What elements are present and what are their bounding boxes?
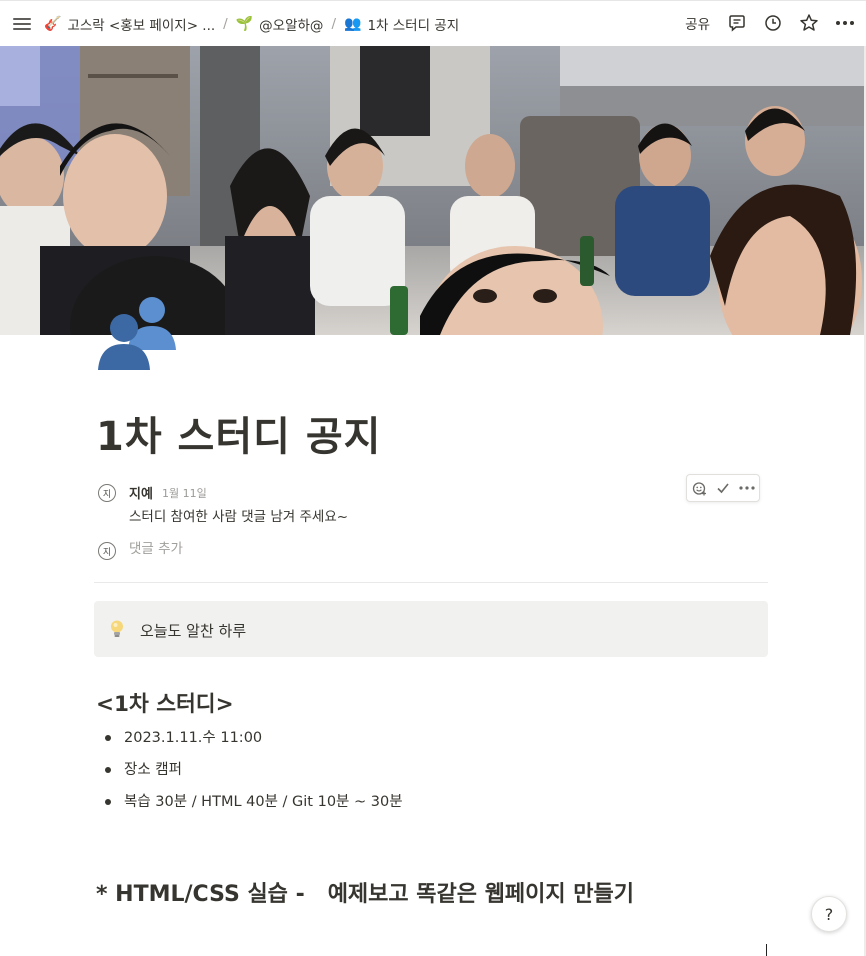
text-cursor — [766, 944, 767, 956]
callout-text: 오늘도 알찬 하루 — [140, 622, 247, 640]
add-comment-input[interactable] — [129, 541, 429, 557]
more-icon[interactable] — [834, 12, 856, 34]
help-button[interactable]: ? — [811, 896, 847, 932]
lightbulb-icon — [108, 619, 126, 639]
breadcrumb-item-current[interactable]: 👥 1차 스터디 공지 — [344, 14, 459, 34]
callout-block[interactable]: 오늘도 알찬 하루 — [94, 601, 768, 657]
section-heading-study[interactable]: <1차 스터디> — [96, 687, 234, 718]
comment-author: 지예 — [129, 487, 153, 502]
comment-toolbar — [686, 474, 760, 502]
comment-timestamp: 1월 11일 — [162, 487, 207, 500]
busts-in-silhouette-icon[interactable] — [96, 292, 180, 372]
comment-body: 스터디 참여한 사람 댓글 남겨 주세요~ — [129, 509, 349, 525]
resolve-check-icon[interactable] — [714, 479, 732, 497]
star-icon[interactable] — [798, 12, 820, 34]
people-icon: 👥 — [344, 16, 362, 32]
add-reaction-icon[interactable] — [690, 479, 708, 497]
list-item[interactable]: 장소 캠퍼 — [96, 759, 403, 791]
list-item[interactable]: 복습 30분 / HTML 40분 / Git 10분 ~ 30분 — [96, 791, 403, 823]
breadcrumb-label: 1차 스터디 공지 — [367, 18, 460, 34]
breadcrumb-item-home[interactable]: 🎸 고스락 <홍보 페이지> ... — [44, 14, 215, 34]
guitar-icon: 🎸 — [44, 16, 62, 32]
sidebar-menu-button[interactable] — [12, 15, 32, 33]
breadcrumb-item-parent[interactable]: 🌱 @오알하@ — [236, 14, 324, 34]
study-details-list: 2023.1.11.수 11:00 장소 캠퍼 복습 30분 / HTML 40… — [96, 727, 403, 823]
clock-icon[interactable] — [762, 12, 784, 34]
list-item[interactable]: 2023.1.11.수 11:00 — [96, 727, 403, 759]
breadcrumb-separator: / — [331, 16, 336, 32]
avatar: 지 — [98, 542, 116, 560]
seedling-icon: 🌱 — [235, 16, 254, 32]
comment-icon[interactable] — [726, 12, 748, 34]
breadcrumb-separator: / — [223, 16, 228, 32]
topbar-actions: 공유 — [685, 12, 856, 34]
share-button[interactable]: 공유 — [685, 13, 710, 33]
page-title[interactable]: 1차 스터디 공지 — [96, 404, 381, 462]
divider — [94, 582, 768, 583]
breadcrumb-label: @오알하@ — [259, 18, 324, 34]
avatar: 지 — [98, 484, 116, 502]
topbar: 🎸 고스락 <홍보 페이지> ... / 🌱 @오알하@ / 👥 1차 스터디 … — [0, 0, 866, 46]
section-heading-practice[interactable]: * HTML/CSS 실습 - 예제보고 똑같은 웹페이지 만들기 — [96, 876, 634, 908]
breadcrumb: 🎸 고스락 <홍보 페이지> ... / 🌱 @오알하@ / 👥 1차 스터디 … — [44, 14, 459, 34]
comment-more-icon[interactable] — [738, 479, 756, 497]
breadcrumb-label: 고스락 <홍보 페이지> ... — [67, 18, 216, 34]
